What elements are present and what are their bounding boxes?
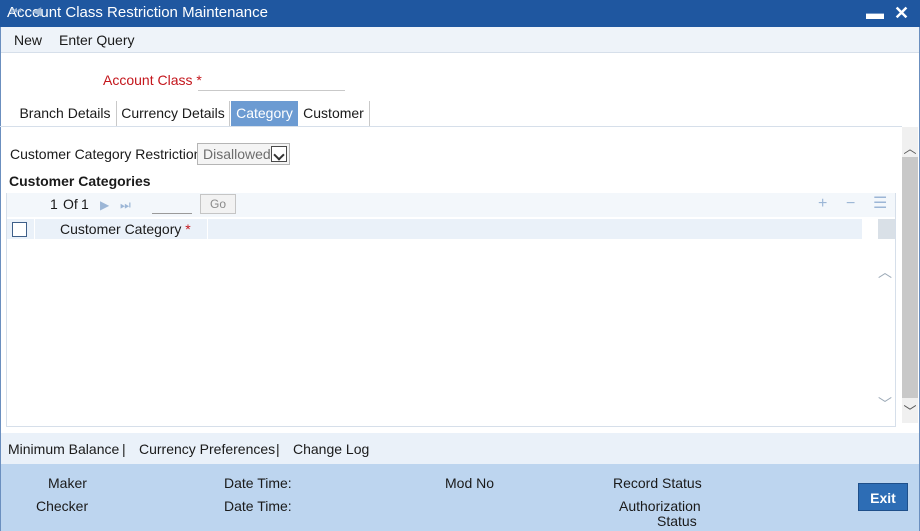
new-button[interactable]: New xyxy=(14,32,42,48)
customer-categories-title: Customer Categories xyxy=(9,173,151,189)
scroll-down-icon[interactable]: ﹀ xyxy=(902,401,918,420)
account-class-input[interactable] xyxy=(198,70,345,91)
restriction-value: Disallowed xyxy=(203,146,271,162)
account-class-label-text: Account Class xyxy=(103,72,193,88)
window-title-bar: Account Class Restriction Maintenance ▬ … xyxy=(0,0,920,27)
mod-no-label: Mod No xyxy=(445,475,495,491)
required-marker: * xyxy=(185,221,191,237)
customer-category-column-header[interactable]: Customer Category * xyxy=(60,221,191,237)
audit-panel: Maker Checker Date Time: Date Time: Mod … xyxy=(1,464,919,531)
record-status-label: Record Status xyxy=(613,475,702,491)
go-button[interactable]: Go xyxy=(200,194,236,214)
minimize-icon[interactable]: ▬ xyxy=(866,2,884,24)
column-header-text: Customer Category xyxy=(60,221,182,237)
authorization-status-label-line2: Status xyxy=(657,513,697,529)
currency-preferences-link[interactable]: Currency Preferences xyxy=(139,441,275,457)
tab-branch-details[interactable]: Branch Details xyxy=(14,101,117,126)
grid-scroll-up-icon[interactable]: ︿ xyxy=(878,262,892,282)
list-view-icon[interactable]: ☰ xyxy=(873,196,887,212)
next-page-icon[interactable]: ▶ xyxy=(100,198,109,212)
header-divider xyxy=(207,219,208,239)
authorization-status-label: Authorization xyxy=(619,498,701,514)
tab-category[interactable]: Category xyxy=(231,101,298,126)
add-row-icon[interactable]: + xyxy=(818,196,827,212)
checker-label: Checker xyxy=(36,498,89,514)
tab-currency-details[interactable]: Currency Details xyxy=(117,101,230,126)
tab-customer[interactable]: Customer xyxy=(298,101,370,126)
grid-scrollbar-track[interactable] xyxy=(878,219,895,239)
footer-separator: | xyxy=(122,441,126,457)
grid-scroll-down-icon[interactable]: ﹀ xyxy=(878,394,892,414)
total-pages: 1 xyxy=(81,196,89,212)
page-number-input[interactable] xyxy=(152,197,192,214)
maker-date-time-label: Date Time: xyxy=(224,475,292,491)
delete-row-icon[interactable]: − xyxy=(846,196,855,212)
tab-panel-divider xyxy=(0,126,902,127)
customer-category-restriction-select[interactable]: Disallowed xyxy=(197,143,290,165)
first-page-icon[interactable]: ⏮ xyxy=(11,4,22,19)
last-page-icon[interactable]: ⏭ xyxy=(120,198,131,213)
header-divider xyxy=(34,219,35,239)
exit-button[interactable]: Exit xyxy=(858,483,908,511)
toolbar: New Enter Query xyxy=(1,27,919,53)
footer-separator: | xyxy=(276,441,280,457)
grid-pager xyxy=(7,193,895,217)
previous-page-icon[interactable]: ◀ xyxy=(32,4,41,18)
change-log-link[interactable]: Change Log xyxy=(293,441,369,457)
scroll-up-icon[interactable]: ︿ xyxy=(902,138,918,157)
chevron-down-icon[interactable] xyxy=(271,146,287,162)
window-title: Account Class Restriction Maintenance xyxy=(7,4,268,21)
close-icon[interactable]: ✕ xyxy=(894,2,909,24)
account-class-label: Account Class * xyxy=(103,72,202,88)
select-all-checkbox[interactable] xyxy=(12,222,27,237)
enter-query-button[interactable]: Enter Query xyxy=(59,32,134,48)
checker-date-time-label: Date Time: xyxy=(224,498,292,514)
minimum-balance-link[interactable]: Minimum Balance xyxy=(8,441,119,457)
page-of-label: Of xyxy=(63,196,78,212)
maker-label: Maker xyxy=(48,475,87,491)
footer-links-bar: Minimum Balance | Currency Preferences |… xyxy=(1,433,919,464)
current-page: 1 xyxy=(50,196,58,212)
customer-category-restriction-label: Customer Category Restriction xyxy=(10,146,202,162)
main-scrollbar-thumb[interactable] xyxy=(902,157,918,398)
